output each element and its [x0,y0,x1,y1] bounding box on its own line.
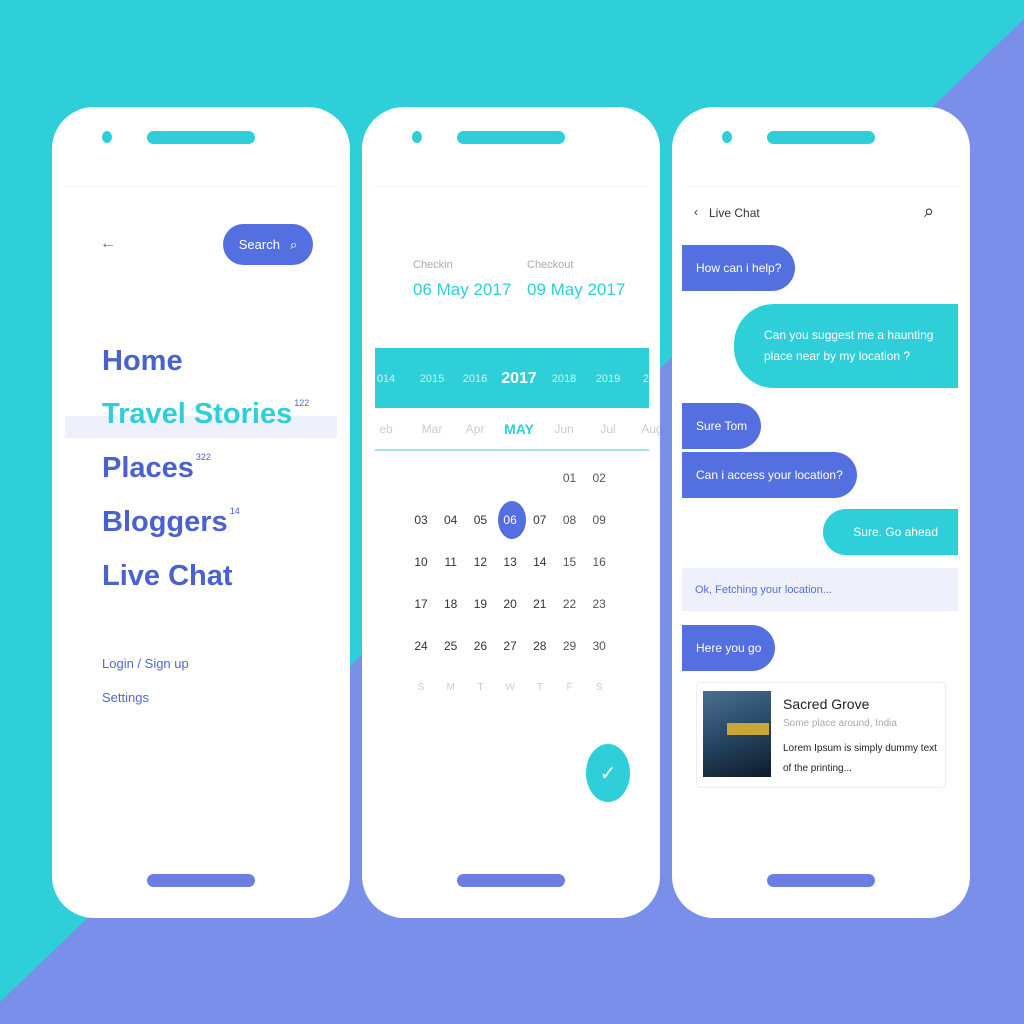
calendar-day[interactable]: 24 [406,639,436,653]
menu-item-travel-stories[interactable]: Travel Stories 122 [102,398,309,431]
calendar-day[interactable]: 11 [436,555,466,569]
month-option[interactable]: Mar [414,422,450,436]
year-option[interactable]: 2017 [501,370,537,388]
year-option[interactable]: 2018 [546,373,582,385]
message-agent: How can i help? [682,245,796,291]
calendar-day[interactable]: 06 [495,513,525,527]
weekday-label: T [477,682,484,693]
login-link[interactable]: Login / Sign up [102,656,189,671]
weekday-label: T [536,682,543,693]
menu-item-home[interactable]: Home [102,345,183,378]
arrow-left-icon[interactable]: ← [100,235,116,253]
calendar-day[interactable]: 26 [465,639,495,653]
calendar-day[interactable]: 02 [584,471,614,485]
count-badge: 14 [229,506,240,516]
calendar-day[interactable]: 17 [406,597,436,611]
calendar-day[interactable]: 10 [406,555,436,569]
menu-phone: ← Search ⌕ Home Travel Stories 122 Places 3… [52,107,350,918]
month-option[interactable]: Jul [590,422,626,436]
year-option[interactable]: 2019 [590,373,626,385]
calendar-day[interactable]: 03 [406,513,436,527]
count-badge: 122 [294,398,310,408]
message-user: Sure. Go ahead [823,509,958,555]
status-message: Ok, Fetching your location... [682,568,958,611]
calendar-day[interactable]: 09 [584,513,614,527]
message-agent: Sure Tom [682,403,762,449]
calendar-day[interactable]: 05 [465,513,495,527]
calendar-day[interactable]: 18 [436,597,466,611]
checkout-value[interactable]: 09 May 2017 [527,280,625,300]
search-button[interactable]: Search ⌕ [223,224,313,265]
chevron-left-icon[interactable]: ‹ [694,205,698,219]
search-icon: ⌕ [289,236,298,252]
message-user: Can you suggest me a haunting place near… [734,304,958,388]
calendar-day[interactable]: 21 [525,597,555,611]
weekday-label: F [566,682,573,693]
calendar-day[interactable]: 22 [555,597,585,611]
calendar-day[interactable]: 07 [525,513,555,527]
calendar-day[interactable]: 30 [584,639,614,653]
chat-title: Live Chat [709,206,760,220]
calendar-day[interactable]: 29 [555,639,585,653]
calendar-phone: Checkin 06 May 2017 Checkout 09 May 2017… [362,107,660,918]
calendar-day[interactable]: 23 [584,597,614,611]
calendar-day[interactable]: 04 [436,513,466,527]
year-option[interactable]: 2016 [457,373,493,385]
confirm-button[interactable]: ✓ [586,744,630,802]
calendar-day[interactable]: 15 [555,555,585,569]
month-option[interactable]: Apr [457,422,493,436]
month-option[interactable]: Aug [634,422,660,436]
settings-link[interactable]: Settings [102,690,149,705]
year-option[interactable]: 2015 [414,373,450,385]
calendar-day[interactable]: 14 [525,555,555,569]
menu-item-live-chat[interactable]: Live Chat [102,560,233,593]
weekday-label: W [505,682,515,693]
month-option[interactable]: eb [368,422,404,436]
checkin-value[interactable]: 06 May 2017 [413,280,511,300]
message-agent: Here you go [682,625,776,671]
calendar-day[interactable]: 12 [465,555,495,569]
weekday-label: M [446,682,455,693]
calendar-day[interactable]: 08 [555,513,585,527]
year-option[interactable]: 202 [634,373,660,385]
weekday-label: S [595,682,603,693]
check-icon: ✓ [599,762,617,785]
count-badge: 322 [195,452,211,462]
message-agent: Can i access your location? [682,452,857,498]
chat-phone: ‹ Live Chat ⌕ How can i help? Can you su… [672,107,970,918]
weekday-label: S [417,682,425,693]
calendar-day[interactable]: 16 [584,555,614,569]
calendar-day[interactable]: 01 [555,471,585,485]
menu-item-places[interactable]: Places 322 [102,452,211,485]
calendar-day[interactable]: 19 [465,597,495,611]
calendar-day[interactable]: 28 [525,639,555,653]
search-icon[interactable]: ⌕ [924,201,934,222]
month-option[interactable]: Jun [546,422,582,436]
menu-item-bloggers[interactable]: Bloggers 14 [102,506,240,539]
calendar-day[interactable]: 13 [495,555,525,569]
year-option[interactable]: 014 [368,373,404,385]
calendar-day[interactable]: 25 [436,639,466,653]
month-option[interactable]: MAY [501,421,537,437]
calendar-day[interactable]: 27 [495,639,525,653]
place-image [703,691,771,777]
place-card[interactable]: Sacred Grove Some place around, India Lo… [696,682,946,788]
calendar-day[interactable]: 20 [495,597,525,611]
